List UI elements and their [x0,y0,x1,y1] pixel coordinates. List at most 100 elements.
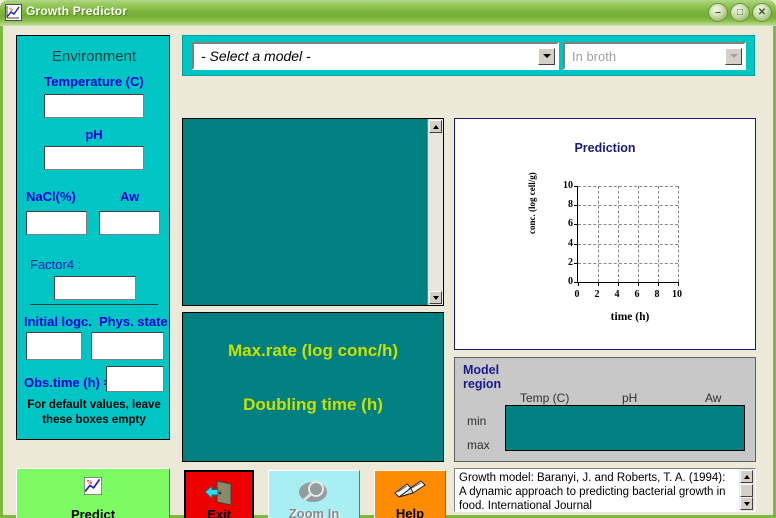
chevron-down-icon[interactable] [538,47,555,65]
ytick-label-6: 6 [568,218,573,229]
gridline-v-10 [678,186,679,282]
gridline-v-2 [598,186,599,282]
aw-input[interactable] [99,211,160,235]
xtick-8 [658,282,659,286]
citation-scroll-down-icon[interactable] [740,497,753,510]
model-selector-bar: - Select a model - In broth [182,35,755,76]
chart-plot-area [574,186,679,286]
magnifier-icon [297,479,331,508]
window-title: Growth Predictor [26,4,128,18]
ph-input[interactable] [44,146,144,170]
model-list-box[interactable] [182,118,444,306]
gridline-h-6 [578,224,678,226]
ytick-6 [574,224,578,226]
xtick-10 [678,282,679,286]
environment-panel-title: Environment [51,48,137,65]
scroll-down-icon[interactable] [429,291,442,304]
model-region-title-line1: Model [463,363,500,377]
citation-scroll-up-icon[interactable] [740,470,753,483]
growth-predictor-window: % Growth Predictor – □ ✕ Environment Tem… [0,0,776,518]
doubling-time-label: Doubling time (h) [243,395,383,414]
gridline-v-6 [638,186,639,282]
model-region-col-ph: pH [622,391,638,405]
model-region-title: Model region [463,363,501,391]
zoom-in-button[interactable]: Zoom In [268,470,360,518]
panel-divider [30,304,158,305]
temperature-label: Temperature (C) [44,74,144,89]
xtick-4 [618,282,619,286]
predict-button[interactable]: % Predict [16,468,170,518]
window-controls: – □ ✕ [708,3,772,22]
close-button[interactable]: ✕ [752,3,772,22]
open-book-icon [393,479,427,506]
minimize-button[interactable]: – [708,3,728,22]
predict-button-label: Predict [70,507,116,518]
gridline-v-8 [658,186,659,282]
initial-logc-input[interactable] [26,332,82,360]
citation-text: Growth model: Baranyi, J. and Roberts, T… [459,472,726,512]
ytick-label-4: 4 [568,238,573,249]
xtick-label-4: 4 [614,289,620,300]
gridline-h-4 [578,243,678,245]
aw-label: Aw [120,189,140,204]
model-region-row-min: min [467,414,487,428]
phys-state-input[interactable] [91,332,164,360]
scroll-up-icon[interactable] [429,120,442,133]
xtick-label-10: 10 [672,289,682,300]
xtick-label-0: 0 [574,289,580,300]
factor4-input[interactable] [54,276,136,300]
nacl-label: NaCl(%) [26,189,76,204]
temperature-input[interactable] [44,94,144,118]
ytick-label-10: 10 [563,180,573,191]
max-rate-label: Max.rate (log conc/h) [227,341,399,360]
medium-dropdown[interactable]: In broth [563,42,746,70]
environment-note-line2: these boxes empty [42,414,146,426]
xtick-2 [598,282,599,286]
citation-textbox[interactable]: Growth model: Baranyi, J. and Roberts, T… [454,468,756,512]
nacl-input[interactable] [26,211,87,235]
window-body: Environment Temperature (C) pH NaCl(%) A… [0,26,776,518]
citation-scroll-thumb[interactable] [740,484,753,497]
help-button-label: Help [395,506,425,518]
obs-time-input[interactable] [106,366,164,392]
model-dropdown-value: - Select a model - [201,48,311,64]
ph-label: pH [85,127,103,142]
model-list-scrollbar[interactable] [427,119,443,305]
chart-y-axis-title: conc. (log cell/g) [527,172,537,234]
gridline-h-10 [578,186,678,187]
ytick-2 [574,262,578,264]
model-region-col-aw: Aw [705,391,722,405]
ytick-10 [574,186,578,187]
environment-note-line1: For default values, leave [27,399,161,411]
citation-scrollbar[interactable] [739,469,755,511]
model-region-panel: Model region Temp (C) pH Aw min max [454,357,756,462]
maximize-button[interactable]: □ [730,3,750,22]
chart-title: Prediction [574,141,636,155]
model-region-row-max: max [467,438,490,452]
environment-note: For default values, leave these boxes em… [17,398,171,428]
chevron-down-icon-secondary[interactable] [725,47,742,65]
obs-time-label: Obs.time (h) = [24,375,112,390]
results-panel: Max.rate (log conc/h) Doubling time (h) [182,312,444,462]
chart-app-icon: % [5,4,22,21]
environment-panel: Environment Temperature (C) pH NaCl(%) A… [16,35,170,440]
svg-text:%: % [86,480,92,486]
prediction-chart-panel: Prediction 10 8 6 4 2 0 0 2 4 6 8 10 tim… [454,118,756,350]
chart-app-icon-predict: % [83,476,103,498]
gridline-h-2 [578,262,678,264]
xtick-label-2: 2 [594,289,600,300]
phys-state-label: Phys. state [99,314,168,329]
medium-dropdown-value: In broth [572,48,617,64]
model-region-grid [505,405,745,451]
factor4-label: Factor4 : [30,257,82,272]
help-button[interactable]: Help [374,470,446,518]
gridline-h-8 [578,205,678,207]
model-dropdown[interactable]: - Select a model - [192,42,559,70]
xtick-6 [638,282,639,286]
model-region-col-temp: Temp (C) [520,391,570,405]
xtick-label-8: 8 [654,289,660,300]
ytick-4 [574,243,578,245]
exit-button[interactable]: Exit [184,470,254,518]
exit-door-icon [204,480,234,509]
xtick-label-6: 6 [634,289,640,300]
